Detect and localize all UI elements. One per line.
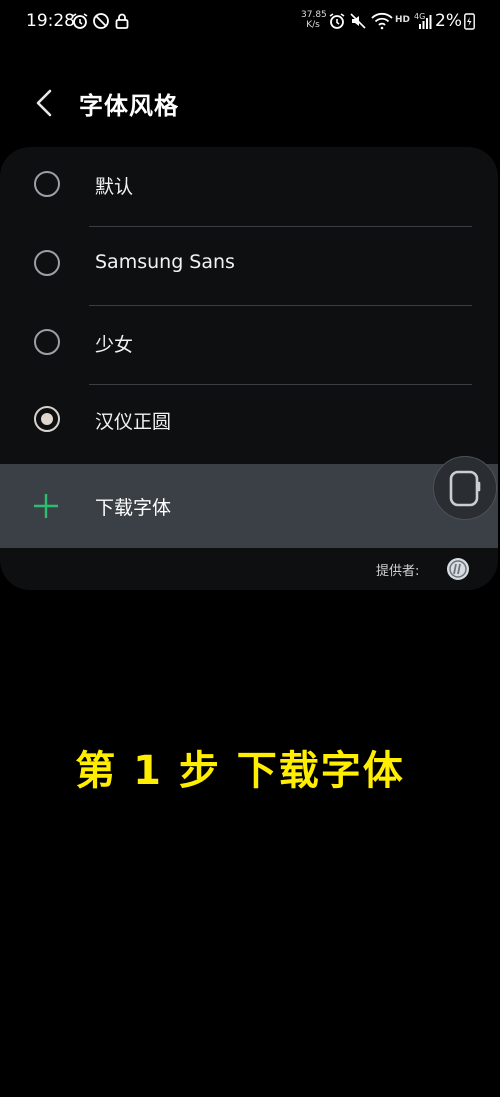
provider-label: 提供者: (376, 564, 420, 579)
floating-watch-button[interactable] (433, 456, 497, 520)
provider-logo-icon (449, 560, 467, 578)
watch-icon (449, 470, 481, 507)
battery-charging-icon (464, 13, 475, 30)
step-caption: 第 1 步 下载字体 (75, 748, 405, 794)
signal-icon (419, 15, 432, 29)
radio-button[interactable] (34, 250, 60, 276)
hd-label: HD (395, 15, 411, 25)
alarm-icon (329, 13, 345, 29)
font-option-hanyi-zhengyuan[interactable]: 汉仪正圆 (0, 382, 498, 460)
radio-button[interactable] (34, 171, 60, 197)
provider-logo[interactable] (447, 558, 469, 580)
back-button[interactable] (28, 86, 62, 120)
alarm-icon (72, 13, 88, 29)
radio-dot (41, 413, 53, 425)
download-fonts-label: 下载字体 (95, 497, 172, 519)
status-time: 19:28 (26, 11, 75, 31)
net-speed: 37.85 K/s (301, 10, 327, 30)
lock-icon (115, 13, 129, 29)
plus-icon (34, 494, 58, 518)
page-title: 字体风格 (79, 92, 179, 120)
font-option-samsung-sans[interactable]: Samsung Sans (0, 226, 498, 304)
radio-button-selected[interactable] (34, 406, 60, 432)
download-fonts-row[interactable]: 下载字体 (0, 464, 498, 548)
font-option-girl[interactable]: 少女 (0, 305, 498, 383)
font-option-default[interactable]: 默认 (0, 147, 498, 225)
wifi-icon (371, 12, 393, 30)
option-label: 汉仪正圆 (95, 411, 172, 433)
radio-button[interactable] (34, 329, 60, 355)
option-label: Samsung Sans (95, 251, 235, 273)
mute-icon (350, 13, 366, 29)
font-style-card: 默认 Samsung Sans 少女 汉仪正圆 下载字体 提供者: (0, 147, 498, 590)
battery-percent: 2% (435, 11, 462, 31)
status-bar: 19:28 37.85 K/s HD 4G 2% (0, 0, 500, 46)
option-label: 默认 (95, 176, 134, 198)
no-disturb-icon (93, 13, 109, 29)
option-label: 少女 (95, 334, 134, 356)
